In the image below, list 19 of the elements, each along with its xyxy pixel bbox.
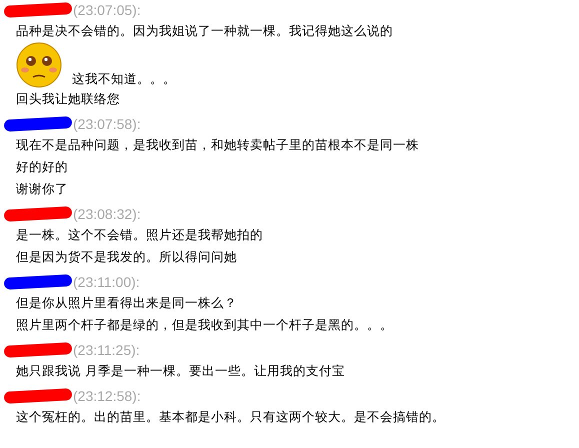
- message-text: 品种是决不会错的。因为我姐说了一种就一棵。我记得她这么说的: [15, 22, 394, 40]
- timestamp: (23:11:00):: [73, 274, 140, 290]
- timestamp: (23:07:05):: [73, 2, 141, 18]
- timestamp: (23:11:25):: [73, 342, 140, 358]
- timestamp: (23:12:58):: [73, 388, 141, 404]
- message-text: 谢谢你了: [15, 180, 69, 198]
- timestamp: (23:07:58):: [73, 116, 141, 132]
- message-text: 但是因为货不是我发的。所以得问问她: [15, 248, 238, 266]
- message-text: 回头我让她联络您: [15, 90, 121, 108]
- message-text: 她只跟我说 月季是一种一棵。要出一些。让用我的支付宝: [15, 362, 346, 380]
- message-text: 是一株。这个不会错。照片还是我帮她拍的: [15, 226, 264, 244]
- message-text: 这个冤枉的。出的苗里。基本都是小科。只有这两个较大。是不会搞错的。: [15, 408, 446, 426]
- emoticon-icon: [16, 42, 62, 88]
- message-text: 现在不是品种问题，是我收到苗，和她转卖帖子里的苗根本不是同一株: [15, 136, 420, 154]
- message-text: 照片里两个杆子都是绿的，但是我收到其中一个杆子是黑的。。。: [15, 316, 394, 334]
- message-text: 但是你从照片里看得出来是同一株么？: [15, 294, 238, 312]
- message-text: 好的好的: [15, 158, 69, 176]
- timestamp: (23:08:32):: [73, 206, 141, 222]
- message-text: 这我不知道。。。: [72, 70, 176, 88]
